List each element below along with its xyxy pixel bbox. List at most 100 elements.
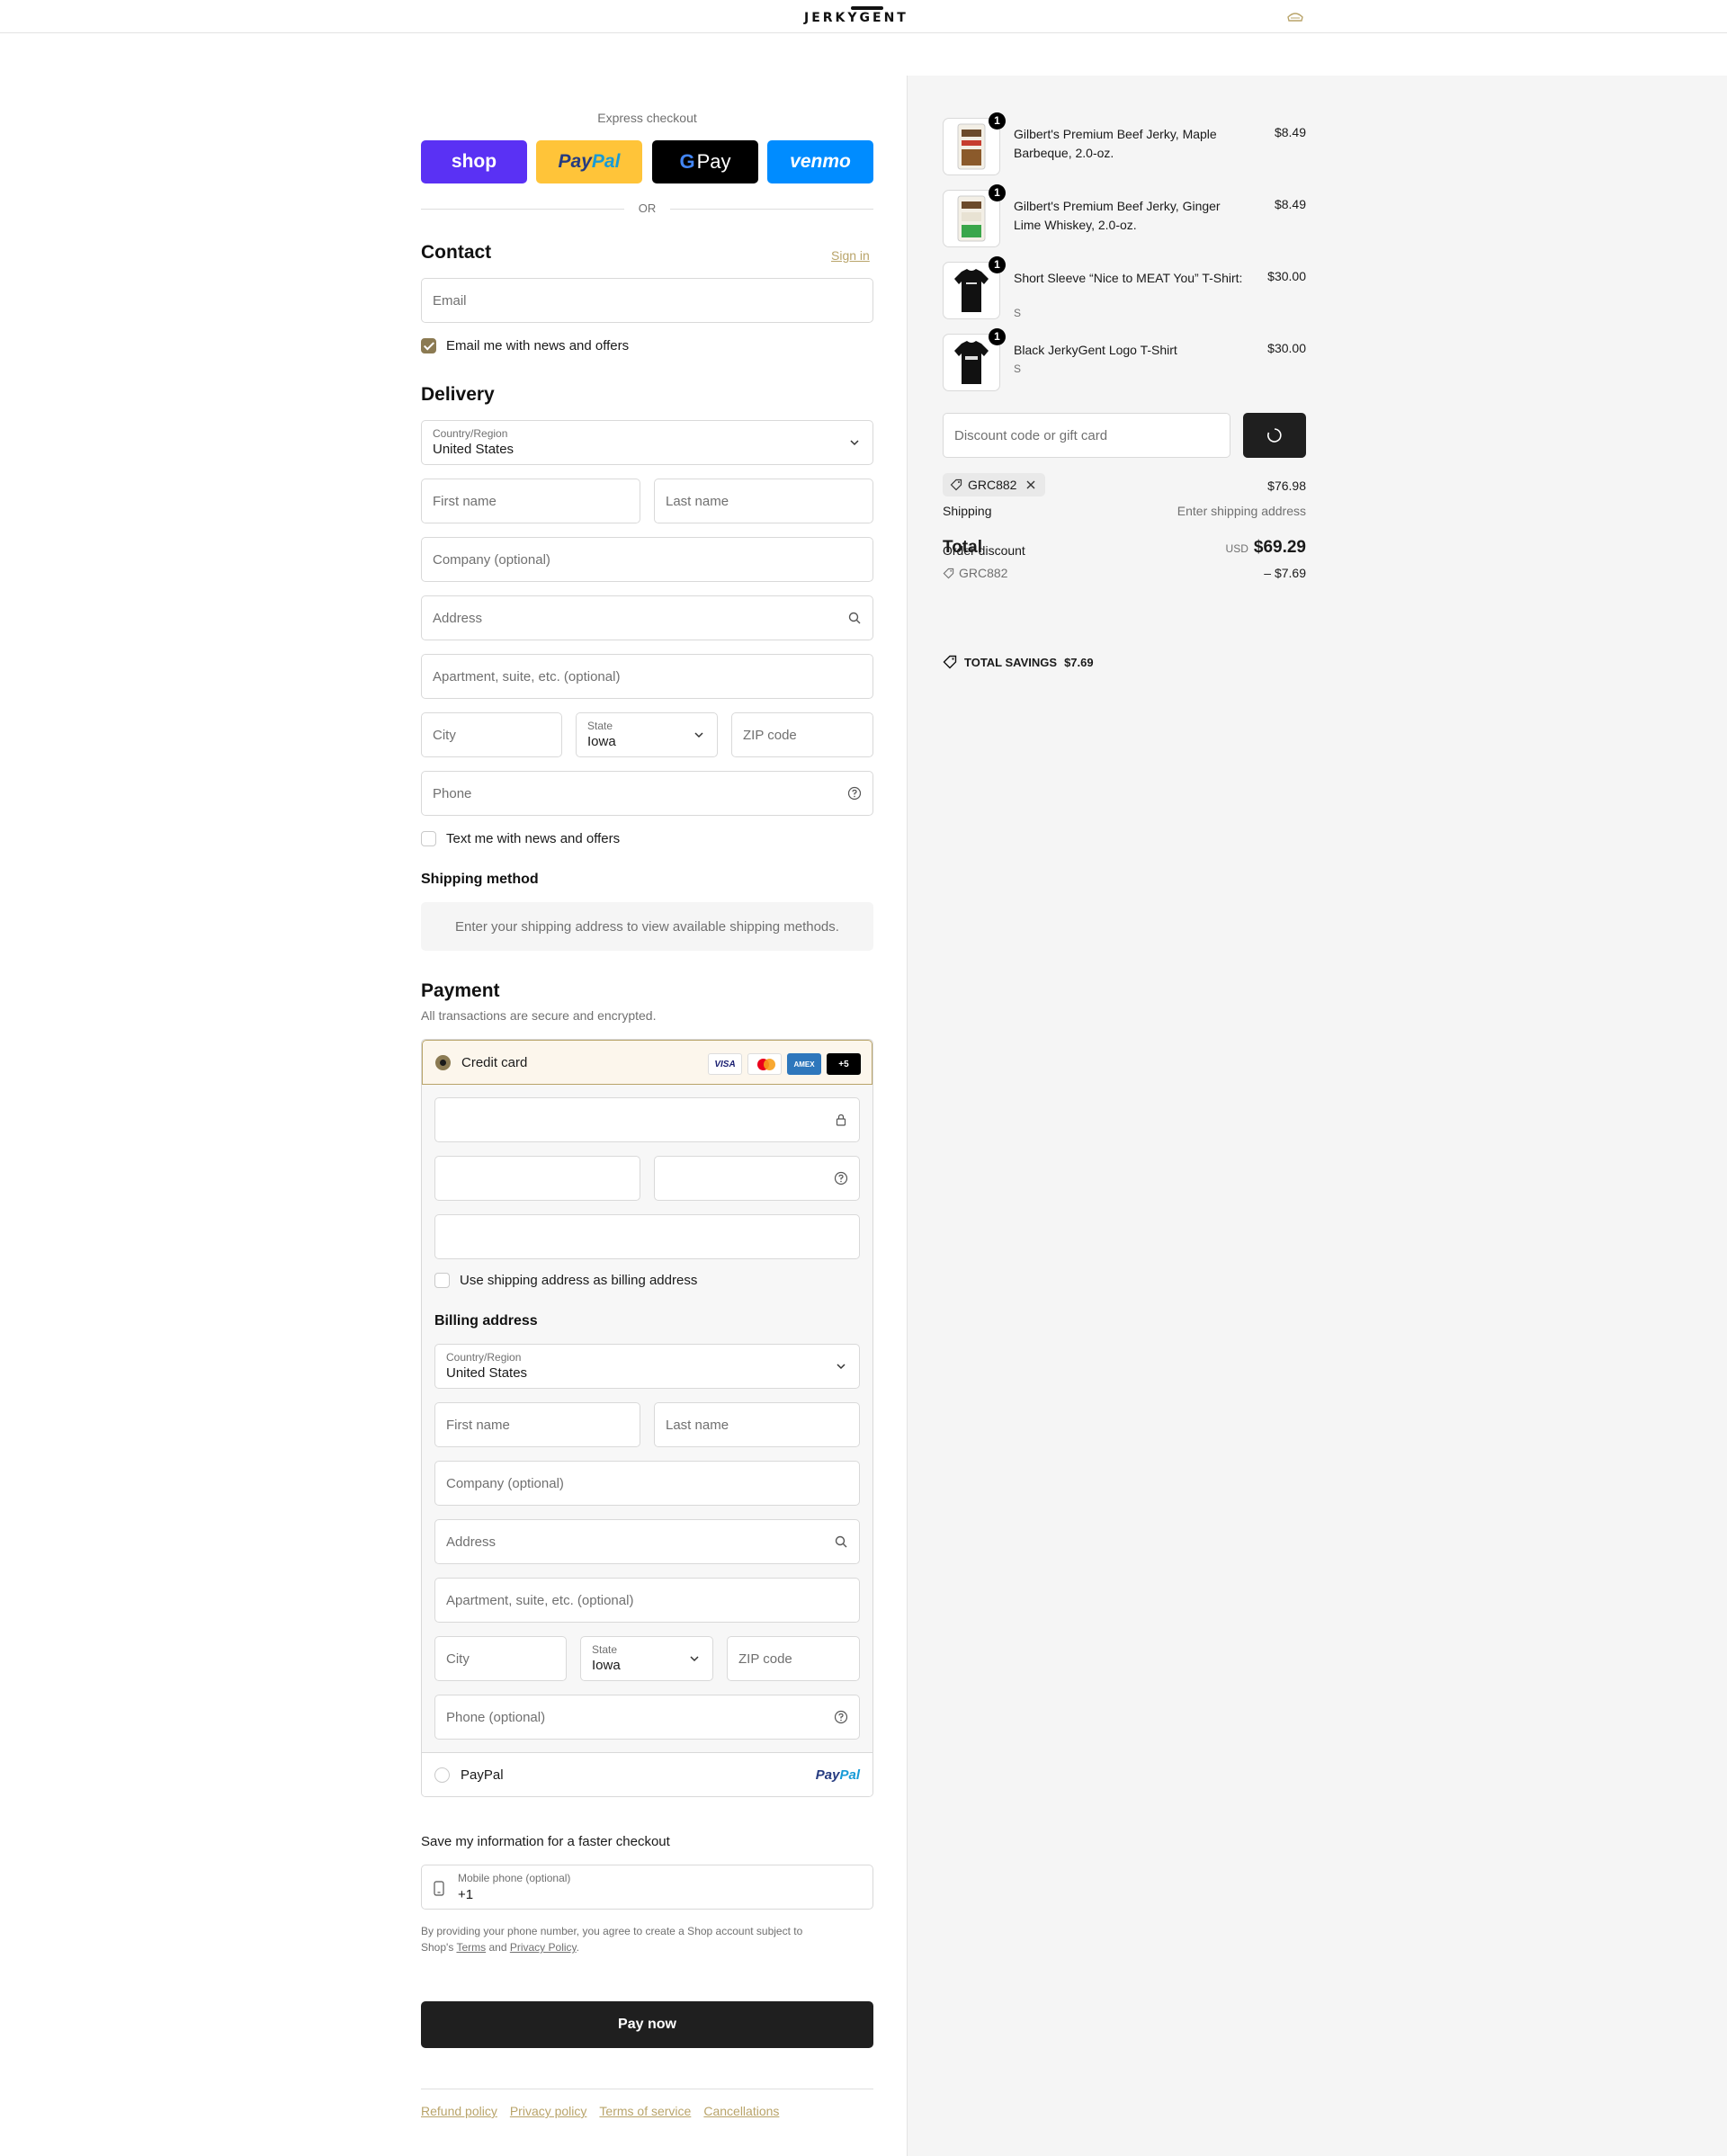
billing-city-field[interactable]: City — [434, 1636, 567, 1681]
cancellations-link[interactable]: Cancellations — [703, 2104, 779, 2118]
help-icon[interactable] — [834, 1171, 848, 1185]
first-name-field[interactable]: First name — [421, 479, 640, 523]
billing-last-name-field[interactable]: Last name — [654, 1402, 860, 1447]
zip-field[interactable]: ZIP code — [731, 712, 873, 757]
product-variant: S — [1014, 362, 1022, 375]
city-field[interactable]: City — [421, 712, 562, 757]
billing-city-placeholder: City — [446, 1651, 470, 1667]
line-item: 1 Gilbert's Premium Beef Jerky, Ginger L… — [943, 184, 1306, 247]
tag-icon — [943, 568, 954, 578]
text-news-checkbox-row[interactable]: Text me with news and offers — [421, 829, 620, 847]
mobile-phone-value: +1 — [458, 1887, 474, 1902]
legal-text: By providing your phone number, you agre… — [421, 1925, 803, 1937]
venmo-button[interactable]: venmo — [767, 140, 873, 183]
billing-address-title: Billing address — [434, 1313, 538, 1328]
phone-field[interactable]: Phone — [421, 771, 873, 816]
or-divider: OR — [421, 201, 873, 216]
pay-now-label: Pay now — [618, 2017, 676, 2032]
help-icon[interactable] — [847, 786, 862, 801]
privacy-policy-footer-link[interactable]: Privacy policy — [510, 2104, 587, 2118]
billing-address-field[interactable]: Address — [434, 1519, 860, 1564]
country-select[interactable]: Country/Region United States — [421, 420, 873, 465]
payment-subtitle: All transactions are secure and encrypte… — [421, 1008, 657, 1023]
company-field[interactable]: Company (optional) — [421, 537, 873, 582]
card-logos: VISA AMEX +5 — [708, 1053, 861, 1075]
billing-phone-field[interactable]: Phone (optional) — [434, 1695, 860, 1740]
billing-apartment-placeholder: Apartment, suite, etc. (optional) — [446, 1593, 634, 1608]
help-icon[interactable] — [834, 1710, 848, 1724]
save-info-legal: By providing your phone number, you agre… — [421, 1925, 803, 1954]
use-shipping-label: Use shipping address as billing address — [460, 1272, 698, 1288]
paypal-express-button[interactable]: Pay Pal — [536, 140, 642, 183]
discount-code-placeholder: Discount code or gift card — [954, 428, 1108, 443]
terms-link[interactable]: Terms — [456, 1941, 486, 1954]
divider-line — [670, 209, 873, 210]
product-image: 1 — [943, 256, 1006, 319]
billing-state-select[interactable]: State Iowa — [580, 1636, 713, 1681]
address-field[interactable]: Address — [421, 595, 873, 640]
state-select[interactable]: State Iowa — [576, 712, 718, 757]
last-name-field[interactable]: Last name — [654, 479, 873, 523]
apartment-field[interactable]: Apartment, suite, etc. (optional) — [421, 654, 873, 699]
product-price: $30.00 — [1267, 269, 1306, 283]
apply-discount-button[interactable] — [1243, 413, 1306, 458]
line-item: 1 Short Sleeve “Nice to MEAT You” T-Shir… — [943, 256, 1306, 319]
cart-icon[interactable] — [1286, 12, 1304, 22]
billing-apartment-field[interactable]: Apartment, suite, etc. (optional) — [434, 1578, 860, 1623]
last-name-placeholder: Last name — [666, 494, 729, 509]
address-placeholder: Address — [433, 611, 483, 626]
legal-and: and — [488, 1941, 507, 1954]
order-discount-code: GRC882 — [943, 566, 1306, 580]
email-news-checkbox[interactable] — [421, 337, 436, 353]
shipping-note-text: Enter your shipping address to view avai… — [455, 918, 839, 935]
line-item: 1 Black JerkyGent Logo T-Shirt S $30.00 — [943, 328, 1306, 391]
shipping-row: Shipping Enter shipping address — [943, 504, 1306, 518]
billing-company-field[interactable]: Company (optional) — [434, 1461, 860, 1506]
email-field[interactable]: Email — [421, 278, 873, 323]
product-price: $8.49 — [1274, 125, 1306, 139]
billing-country-select[interactable]: Country/Region United States — [434, 1344, 860, 1389]
quantity-badge: 1 — [989, 256, 1006, 273]
product-price: $30.00 — [1267, 341, 1306, 355]
store-logo[interactable]: JERKYGENT — [804, 6, 908, 25]
footer-links: Refund policy Privacy policy Terms of se… — [421, 2089, 873, 2118]
privacy-policy-link[interactable]: Privacy Policy — [510, 1941, 577, 1954]
google-pay-button[interactable]: G Pay — [652, 140, 758, 183]
billing-zip-field[interactable]: ZIP code — [727, 1636, 860, 1681]
refund-policy-link[interactable]: Refund policy — [421, 2104, 497, 2118]
card-number-field[interactable] — [434, 1097, 860, 1142]
state-label: State — [587, 720, 613, 732]
use-shipping-checkbox-row[interactable]: Use shipping address as billing address — [434, 1271, 697, 1289]
total-savings-value: $7.69 — [1064, 655, 1094, 669]
lock-icon — [836, 1114, 846, 1126]
company-placeholder: Company (optional) — [433, 552, 550, 568]
security-code-field[interactable] — [654, 1156, 860, 1201]
text-news-checkbox[interactable] — [421, 830, 436, 846]
applied-discount-tag: GRC882 — [943, 473, 1046, 497]
paypal-radio[interactable] — [434, 1767, 450, 1783]
payment-methods-box: Credit card VISA AMEX +5 Use shipping ad… — [421, 1039, 873, 1797]
remove-discount-icon[interactable] — [1025, 479, 1036, 490]
discount-code-field[interactable]: Discount code or gift card — [943, 413, 1230, 458]
google-pay-label: Pay — [696, 150, 731, 173]
first-name-placeholder: First name — [433, 494, 497, 509]
pay-now-button[interactable]: Pay now — [421, 2001, 873, 2048]
credit-card-option[interactable]: Credit card VISA AMEX +5 — [422, 1040, 872, 1085]
total-row: Total USD $69.29 — [943, 538, 1306, 559]
mobile-phone-field[interactable]: Mobile phone (optional) +1 — [421, 1865, 873, 1910]
name-on-card-field[interactable] — [434, 1214, 860, 1259]
country-value: United States — [433, 442, 515, 457]
sign-in-link[interactable]: Sign in — [831, 248, 870, 263]
paypal-option[interactable]: PayPal PayPal — [422, 1752, 872, 1796]
mobile-phone-icon — [434, 1881, 444, 1896]
credit-card-radio[interactable] — [435, 1055, 451, 1070]
terms-of-service-link[interactable]: Terms of service — [599, 2104, 691, 2118]
use-shipping-checkbox[interactable] — [434, 1272, 450, 1288]
expiry-field[interactable] — [434, 1156, 640, 1201]
shop-pay-button[interactable]: shop — [421, 140, 527, 183]
quantity-badge: 1 — [989, 328, 1006, 345]
zip-placeholder: ZIP code — [743, 728, 797, 743]
email-news-checkbox-row[interactable]: Email me with news and offers — [421, 336, 629, 354]
tag-icon — [943, 655, 957, 669]
billing-first-name-field[interactable]: First name — [434, 1402, 640, 1447]
